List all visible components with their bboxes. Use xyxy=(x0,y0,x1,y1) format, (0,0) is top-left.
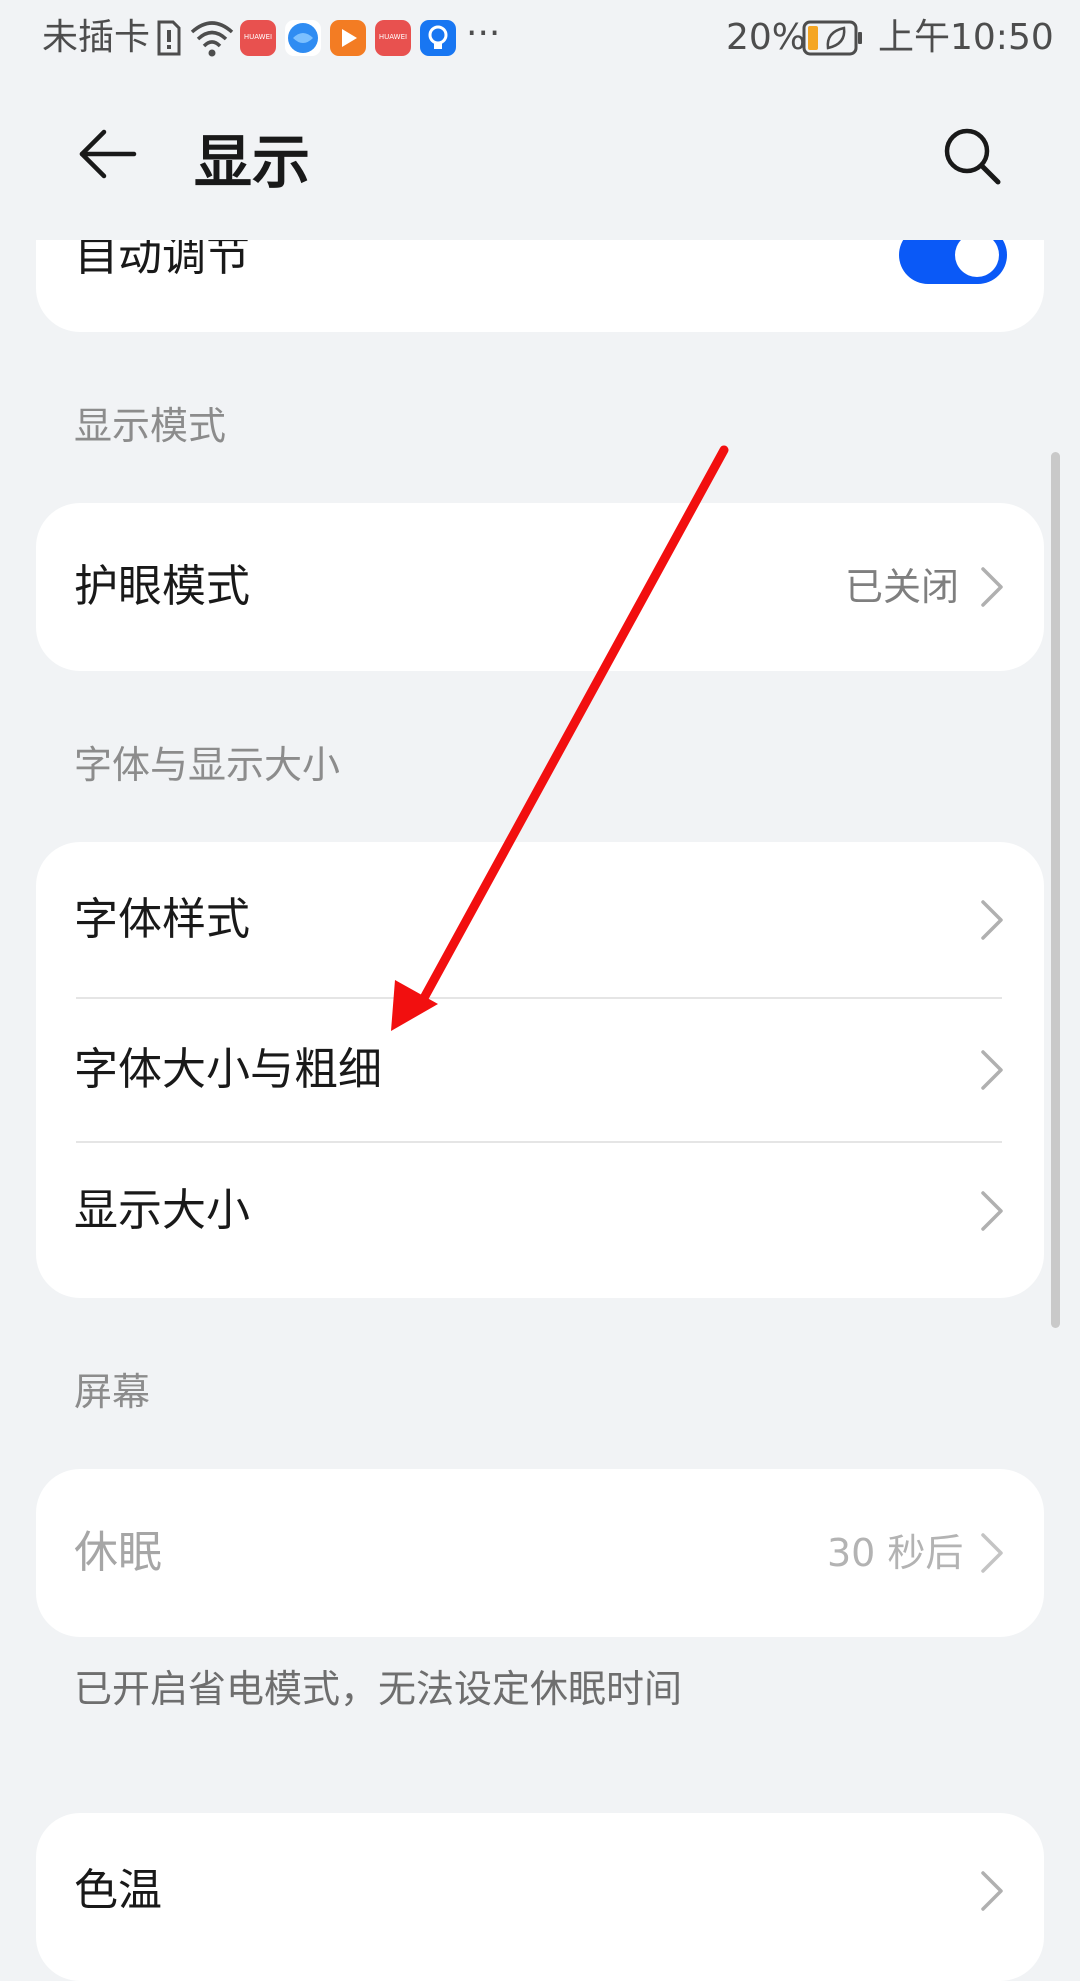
annotation-arrow xyxy=(391,445,729,1031)
